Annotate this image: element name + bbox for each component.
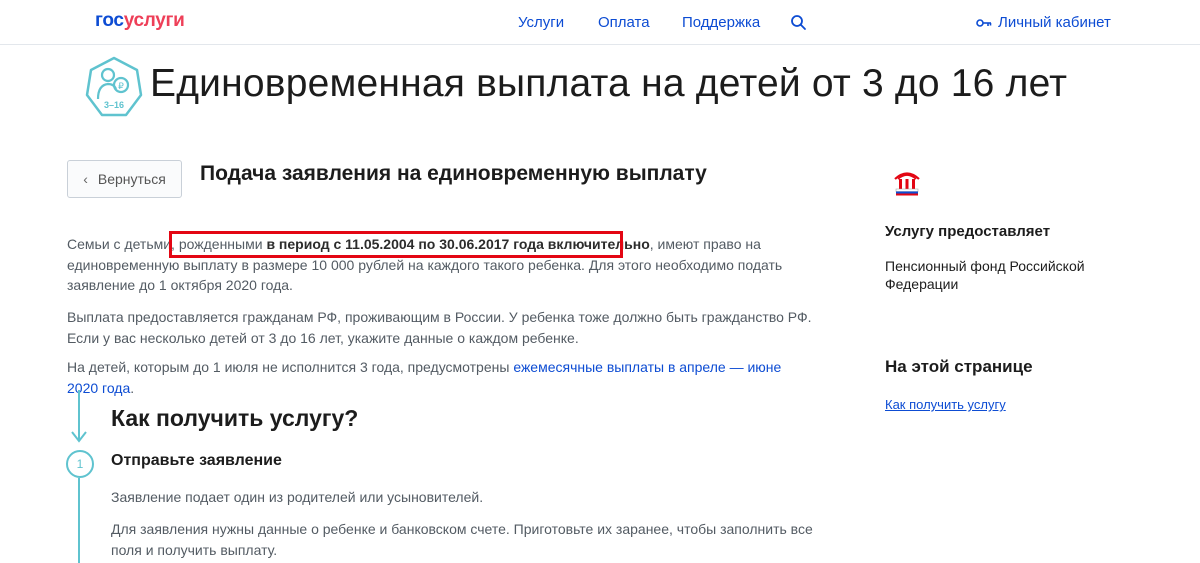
back-button-label: Вернуться <box>97 171 166 187</box>
nav-payment[interactable]: Оплата <box>598 14 650 31</box>
pfr-logo-icon <box>894 172 920 196</box>
intro-paragraph: Семьи с детьми, рожденными в период с 11… <box>67 234 812 296</box>
personal-cabinet-link[interactable]: Личный кабинет <box>976 14 1111 31</box>
timeline-line-lower <box>78 478 80 563</box>
hero-icon-label: 3–16 <box>104 100 124 110</box>
on-page-link-how-to-get[interactable]: Как получить услугу <box>885 397 1006 412</box>
step-text-requirements: Для заявления нужны данные о ребенке и б… <box>111 521 813 558</box>
intro-text-a: Семьи с детьми, рожденными <box>67 236 267 252</box>
gosuslugi-logo[interactable]: госуслуги <box>95 10 185 32</box>
page-title: Единовременная выплата на детей от 3 до … <box>150 62 1068 105</box>
monthly-payments-paragraph: На детей, которым до 1 июля не исполнитс… <box>67 357 812 398</box>
provider-name: Пенсионный фонд Российской Федерации <box>885 258 1085 292</box>
step-text-applicant: Заявление подает один из родителей или у… <box>111 489 484 505</box>
monthly-text-a: На детей, которым до 1 июля не исполнитс… <box>67 359 514 375</box>
key-icon <box>976 18 992 27</box>
search-icon[interactable] <box>790 14 808 32</box>
nav-services[interactable]: Услуги <box>518 14 564 31</box>
svg-text:₽: ₽ <box>118 81 124 91</box>
logo-part-gos: гос <box>95 10 124 31</box>
step-number-badge: 1 <box>66 450 94 478</box>
cabinet-label: Личный кабинет <box>998 14 1111 31</box>
section-title: Подача заявления на единовременную выпла… <box>200 162 707 185</box>
how-to-get-title: Как получить услугу? <box>111 405 359 431</box>
arrow-down-icon <box>71 431 87 443</box>
chevron-left-icon: ‹ <box>83 171 88 187</box>
on-page-heading: На этой странице <box>885 357 1033 376</box>
eligibility-paragraph: Выплата предоставляется гражданам РФ, пр… <box>67 309 812 346</box>
child-coin-icon: ₽ 3–16 <box>85 56 143 117</box>
logo-part-uslugi: услуги <box>123 10 185 31</box>
intro-period-bold: в период с 11.05.2004 по 30.06.2017 года… <box>266 236 650 252</box>
back-button[interactable]: ‹ Вернуться <box>67 160 182 198</box>
step-title: Отправьте заявление <box>111 452 282 469</box>
site-header: госуслуги Услуги Оплата Поддержка Личный… <box>0 0 1200 45</box>
provider-heading: Услугу предоставляет <box>885 223 1051 240</box>
monthly-text-c: . <box>130 379 135 396</box>
nav-support[interactable]: Поддержка <box>682 14 760 31</box>
